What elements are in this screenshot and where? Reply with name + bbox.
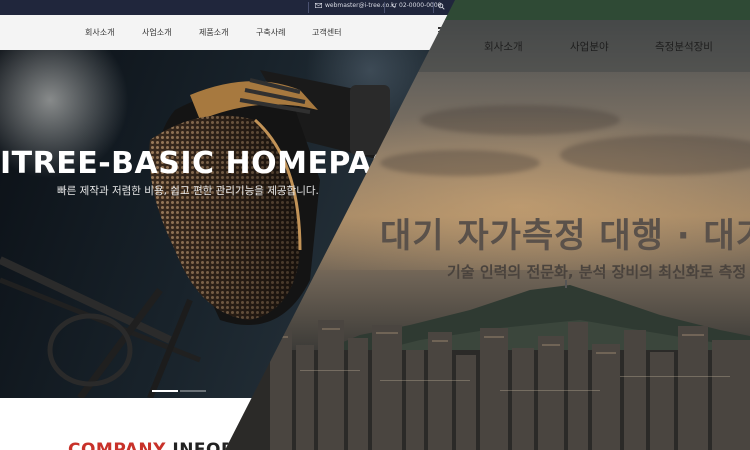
- divider: [384, 2, 385, 13]
- slide-dot-2[interactable]: [180, 390, 206, 392]
- phone-icon: [391, 3, 396, 8]
- slider-pagination: [152, 390, 206, 392]
- back-hero-title: 대기 자가측정 대행 · 대기 측: [380, 216, 750, 256]
- mail-icon: [315, 3, 322, 8]
- back-nav-item[interactable]: 측정분석장비: [655, 39, 713, 54]
- search-button[interactable]: [438, 3, 445, 10]
- back-nav-item[interactable]: 사업분야: [570, 39, 609, 54]
- nav-item-company[interactable]: 회사소개: [85, 27, 114, 38]
- cloud: [380, 150, 540, 176]
- back-hero-subtitle: 기술 인력의 전문화, 분석 장비의 최신화로 측정: [447, 263, 747, 281]
- divider: [308, 2, 309, 13]
- hero-subtitle: 빠른 제작과 저렴한 비용, 쉽고 편한 관리기능을 제공합니다.: [57, 185, 319, 197]
- search-icon: [438, 3, 445, 10]
- nav-item-products[interactable]: 제품소개: [199, 27, 228, 38]
- nav-item-support[interactable]: 고객센터: [312, 27, 341, 38]
- cloud: [420, 105, 620, 135]
- hero-title: ITREE-BASIC HOMEPAGE: [0, 146, 419, 181]
- phone-text: 02-0000-0000: [399, 2, 442, 9]
- section-title-rest: INFOR: [172, 440, 235, 450]
- back-nav-item[interactable]: 회사소개: [484, 39, 523, 54]
- section-title-accent: COMPANY: [68, 440, 166, 450]
- slide-dot-1[interactable]: [152, 390, 178, 392]
- nav-item-business[interactable]: 사업소개: [142, 27, 171, 38]
- divider: [433, 2, 434, 13]
- nav-item-cases[interactable]: 구축사례: [256, 27, 285, 38]
- email-text: webmaster@i-tree.co.kr: [325, 2, 398, 9]
- section-title: COMPANY INFOR: [68, 440, 235, 450]
